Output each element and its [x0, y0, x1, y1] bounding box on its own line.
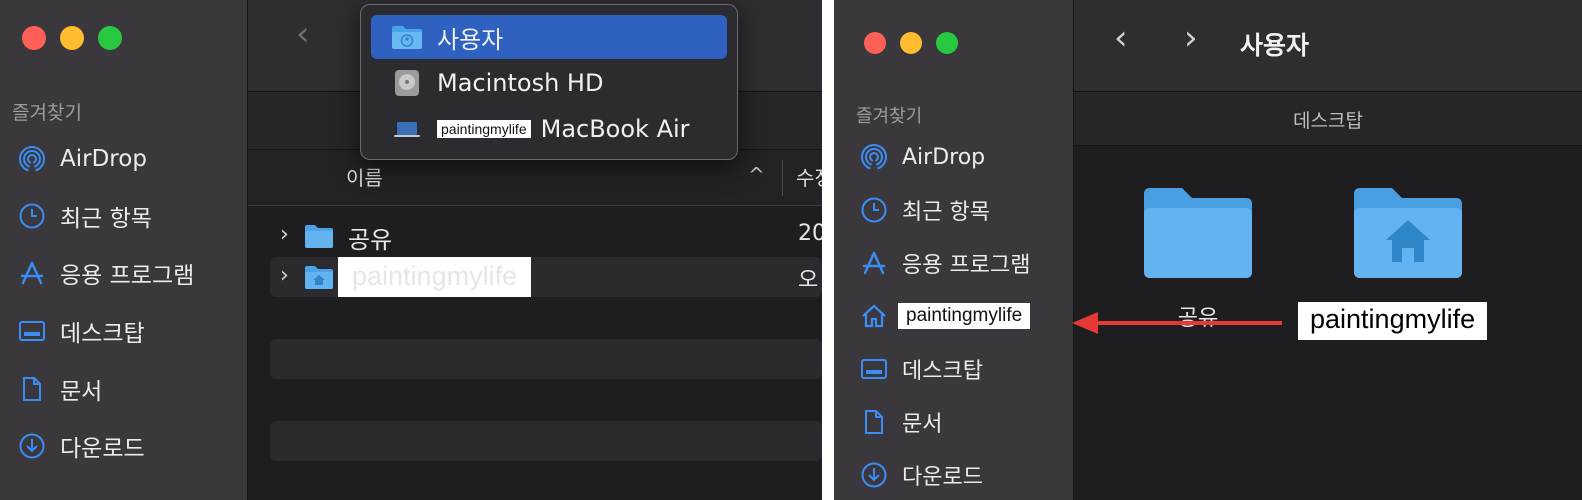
minimize-button[interactable] [60, 26, 84, 50]
sidebar: 즐겨찾기 AirDrop 최근 항목 응용 프로그램 paintingmylif… [834, 0, 1074, 500]
applications-icon [862, 251, 886, 275]
column-date-header[interactable]: 수정일 [796, 162, 822, 191]
airdrop-icon [19, 146, 45, 172]
sidebar-item-label: paintingmylife [898, 303, 1031, 329]
laptop-icon [391, 115, 423, 143]
sidebar-item-downloads[interactable]: 다운로드 [860, 455, 983, 495]
users-folder-icon [391, 23, 423, 51]
menu-item-users[interactable]: 사용자 [371, 15, 727, 59]
sidebar-item-recents[interactable]: 최근 항목 [860, 190, 990, 230]
menu-item-label: MacBook Air [540, 115, 690, 143]
sidebar-item-documents[interactable]: 문서 [860, 402, 942, 442]
toolbar: ‹ › [1074, 0, 1582, 92]
menu-item-label: 사용자 [437, 25, 504, 54]
sidebar-item-label: 데스크탑 [60, 321, 145, 347]
sidebar-item-applications[interactable]: 응용 프로그램 [860, 243, 1030, 283]
column-name-header[interactable]: 이름 [346, 162, 383, 191]
clock-icon [861, 197, 887, 223]
disclosure-chevron-icon[interactable]: › [280, 263, 289, 288]
back-button[interactable]: ‹ [1114, 18, 1128, 58]
desktop-icon [861, 359, 887, 379]
sidebar-item-downloads[interactable]: 다운로드 [18, 426, 145, 466]
sidebar-item-label: 문서 [60, 379, 103, 405]
sidebar-item-label: 데스크탑 [902, 359, 983, 384]
row-modified: 오 [798, 268, 819, 293]
menu-item-macintosh-hd[interactable]: Macintosh HD [371, 61, 727, 105]
finder-window-icon-view: 즐겨찾기 AirDrop 최근 항목 응용 프로그램 paintingmylif… [834, 0, 1582, 500]
document-icon [23, 377, 41, 401]
column-divider[interactable] [782, 160, 783, 196]
finder-window-list-view: 즐겨찾기 AirDrop 최근 항목 응용 프로그램 데스크탑 문서 다운로드 … [0, 0, 822, 500]
minimize-button[interactable] [900, 32, 922, 54]
grid-item-label: paintingmylife [1298, 302, 1488, 340]
grid-item-home[interactable] [1348, 184, 1468, 286]
sidebar-item-desktop[interactable]: 데스크탑 [18, 311, 145, 351]
sidebar-item-label: 다운로드 [60, 436, 145, 462]
sidebar-item-recents[interactable]: 최근 항목 [18, 196, 152, 236]
path-popup-menu: 사용자 Macintosh HD paintingmylife MacBook … [360, 4, 738, 160]
sidebar-item-applications[interactable]: 응용 프로그램 [18, 253, 194, 293]
sidebar-item-label: 다운로드 [902, 465, 983, 490]
favorites-heading: 즐겨찾기 [856, 106, 923, 127]
download-icon [19, 433, 45, 459]
path-bar-label: 데스크탑 [1293, 110, 1363, 132]
table-row[interactable]: › 공유 20 [270, 216, 822, 256]
zoom-button[interactable] [98, 26, 122, 50]
favorites-heading: 즐겨찾기 [12, 102, 82, 124]
sidebar-item-label: 응용 프로그램 [60, 263, 195, 289]
table-row-empty [270, 339, 822, 379]
sidebar-item-airdrop[interactable]: AirDrop [18, 139, 147, 179]
window-title: 사용자 [1240, 31, 1310, 60]
annotation-arrow-icon [1072, 312, 1282, 334]
row-name: 공유 [348, 226, 393, 254]
home-icon [862, 304, 886, 328]
sidebar-item-home[interactable]: paintingmylife [860, 296, 1031, 336]
table-row-empty [270, 421, 822, 461]
sidebar-item-label: 문서 [902, 412, 943, 437]
download-icon [861, 462, 887, 488]
sidebar-item-label: 최근 항목 [60, 206, 152, 232]
sidebar-item-airdrop[interactable]: AirDrop [860, 137, 985, 177]
back-button[interactable]: ‹ [296, 14, 310, 54]
clock-icon [19, 203, 45, 229]
row-name: paintingmylife [338, 257, 532, 297]
sidebar-item-label: 응용 프로그램 [902, 253, 1031, 278]
row-modified: 20 [798, 221, 822, 246]
sort-indicator: ^ [748, 163, 765, 187]
menu-item-macbook[interactable]: paintingmylife MacBook Air [371, 107, 727, 151]
close-button[interactable] [864, 32, 886, 54]
disclosure-chevron-icon[interactable]: › [280, 222, 289, 247]
document-icon [865, 410, 883, 434]
zoom-button[interactable] [936, 32, 958, 54]
menu-item-owner: paintingmylife [437, 120, 531, 138]
sidebar-item-documents[interactable]: 문서 [18, 369, 102, 409]
sidebar-item-label: AirDrop [60, 146, 147, 172]
airdrop-icon [861, 144, 887, 170]
sidebar: 즐겨찾기 AirDrop 최근 항목 응용 프로그램 데스크탑 문서 다운로드 [0, 0, 248, 500]
desktop-icon [19, 321, 45, 341]
sidebar-item-label: AirDrop [902, 144, 986, 170]
window-controls [864, 32, 958, 54]
home-folder-icon [1354, 188, 1462, 278]
folder-icon [1144, 188, 1252, 278]
home-folder-icon [304, 264, 334, 294]
close-button[interactable] [22, 26, 46, 50]
menu-item-label: Macintosh HD [437, 69, 604, 97]
sidebar-item-label: 최근 항목 [902, 200, 990, 225]
table-row[interactable]: › paintingmylife 오 [270, 257, 822, 297]
applications-icon [20, 261, 44, 285]
hard-drive-icon [391, 69, 423, 97]
window-controls [22, 26, 122, 50]
folder-icon [304, 223, 334, 253]
forward-button[interactable]: › [1184, 18, 1198, 58]
sidebar-item-desktop[interactable]: 데스크탑 [860, 349, 983, 389]
path-bar: 데스크탑 [1074, 92, 1582, 146]
